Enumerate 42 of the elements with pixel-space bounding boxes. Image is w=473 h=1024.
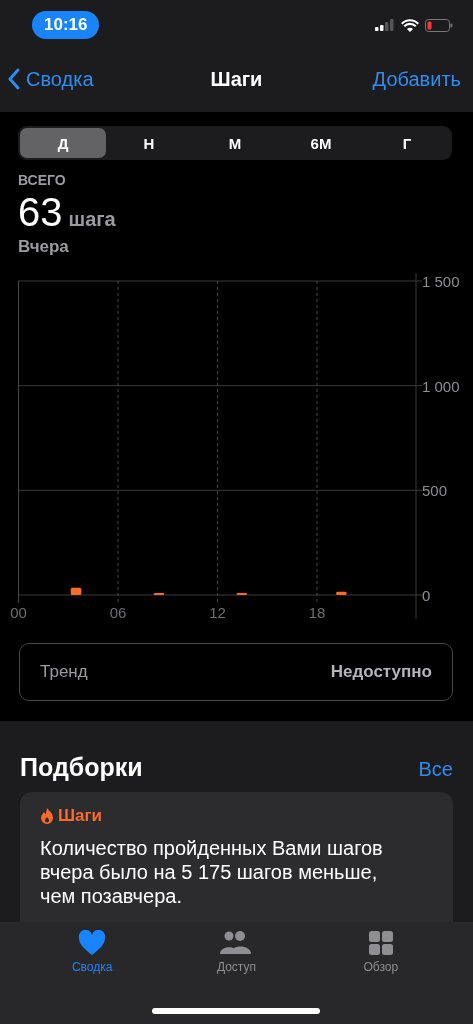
- trend-label: Тренд: [40, 662, 88, 682]
- period-tab[interactable]: Д: [20, 128, 106, 158]
- page-title: Шаги: [210, 67, 263, 90]
- wifi-icon: [401, 18, 419, 32]
- signal-icon: [375, 19, 395, 31]
- x-axis-label: 00: [10, 604, 27, 621]
- highlight-category: Шаги: [58, 806, 103, 826]
- battery-icon: [425, 18, 453, 32]
- highlight-card[interactable]: Шаги Количество пройденных Вами шагов вчера было на 5 175 шагов меньше, чем позавчера.: [20, 792, 453, 922]
- chart-bar: [70, 587, 82, 595]
- x-axis-label: 18: [308, 604, 326, 621]
- y-axis-label: 500: [422, 482, 448, 500]
- period-tab[interactable]: 6М: [278, 128, 364, 158]
- section-title: Подборки: [20, 753, 143, 782]
- step-count: 63: [18, 190, 63, 235]
- y-axis-label: 1 500: [422, 273, 460, 290]
- trend-value: Недоступно: [330, 662, 432, 682]
- y-axis-label: 1 000: [422, 377, 460, 395]
- tab-bar-item[interactable]: Обзор: [335, 930, 426, 986]
- total-caption: ВСЕГО: [18, 172, 67, 188]
- x-axis-label: 06: [109, 604, 127, 621]
- tab-bar-item[interactable]: Доступ: [191, 930, 282, 986]
- chart-bar: [336, 591, 347, 595]
- y-axis-label: 0: [422, 587, 431, 604]
- heart-icon: [78, 930, 107, 956]
- step-unit: шага: [68, 208, 116, 231]
- period-tab[interactable]: Н: [106, 128, 192, 158]
- back-button[interactable]: Сводка: [8, 67, 94, 91]
- x-axis-label: 12: [209, 604, 226, 621]
- see-all-link[interactable]: Все: [418, 758, 453, 781]
- people-icon: [219, 930, 254, 956]
- date-label: Вчера: [18, 237, 70, 257]
- status-time: 10:16: [32, 11, 100, 39]
- flame-icon: [40, 808, 54, 824]
- grid-icon: [366, 930, 395, 956]
- period-tab[interactable]: Г: [364, 128, 450, 158]
- chevron-left-icon: [8, 68, 20, 90]
- highlight-text: Количество пройденных Вами шагов вчера было на 5 175 шагов меньше, чем позавчера.: [40, 836, 384, 908]
- tab-bar-item[interactable]: Сводка: [47, 930, 138, 986]
- period-tab[interactable]: М: [192, 128, 278, 158]
- chart-bar: [236, 592, 248, 595]
- add-button[interactable]: Добавить: [372, 67, 461, 91]
